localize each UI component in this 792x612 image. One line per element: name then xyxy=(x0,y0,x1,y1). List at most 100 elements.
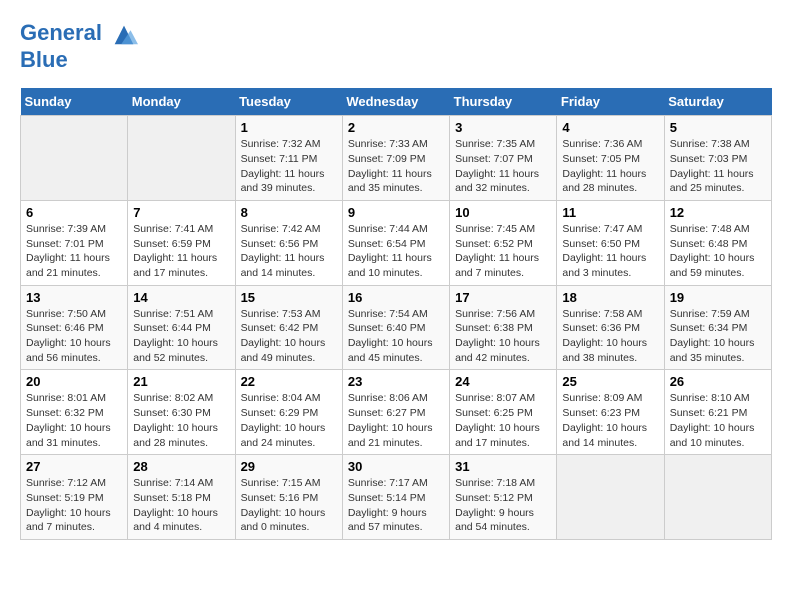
week-row-4: 20 Sunrise: 8:01 AM Sunset: 6:32 PM Dayli… xyxy=(21,370,772,455)
day-cell: 11Sunrise: 7:47 AM Sunset: 6:50 PM Dayli… xyxy=(557,200,664,285)
day-info: Sunrise: 8:09 AM Sunset: 6:23 PM Dayligh… xyxy=(562,391,658,450)
day-number: 23 xyxy=(348,374,444,389)
day-cell: 5Sunrise: 7:38 AM Sunset: 7:03 PM Daylig… xyxy=(664,116,771,201)
day-number: 18 xyxy=(562,290,658,305)
weekday-header-sunday: Sunday xyxy=(21,88,128,116)
day-info: Sunrise: 7:14 AM Sunset: 5:18 PM Dayligh… xyxy=(133,476,229,535)
day-cell: 2 Sunrise: 7:33 AM Sunset: 7:09 PM Daylig… xyxy=(342,116,449,201)
weekday-header-row: SundayMondayTuesdayWednesdayThursdayFrid… xyxy=(21,88,772,116)
logo: General Blue xyxy=(20,20,138,72)
day-cell: 18Sunrise: 7:58 AM Sunset: 6:36 PM Dayli… xyxy=(557,285,664,370)
day-cell: 10Sunrise: 7:45 AM Sunset: 6:52 PM Dayli… xyxy=(450,200,557,285)
day-info: Sunrise: 7:59 AM Sunset: 6:34 PM Dayligh… xyxy=(670,307,766,366)
day-number: 27 xyxy=(26,459,122,474)
day-cell: 22 Sunrise: 8:04 AM Sunset: 6:29 PM Dayli… xyxy=(235,370,342,455)
day-info: Sunrise: 7:45 AM Sunset: 6:52 PM Dayligh… xyxy=(455,222,551,281)
week-row-5: 27 Sunrise: 7:12 AM Sunset: 5:19 PM Dayli… xyxy=(21,455,772,540)
logo-blue: Blue xyxy=(20,48,138,72)
day-number: 5 xyxy=(670,120,766,135)
day-cell xyxy=(21,116,128,201)
day-info: Sunrise: 7:50 AM Sunset: 6:46 PM Dayligh… xyxy=(26,307,122,366)
day-info: Sunrise: 7:54 AM Sunset: 6:40 PM Dayligh… xyxy=(348,307,444,366)
week-row-3: 13Sunrise: 7:50 AM Sunset: 6:46 PM Dayli… xyxy=(21,285,772,370)
day-number: 7 xyxy=(133,205,229,220)
day-number: 16 xyxy=(348,290,444,305)
day-cell: 15 Sunrise: 7:53 AM Sunset: 6:42 PM Dayli… xyxy=(235,285,342,370)
weekday-header-tuesday: Tuesday xyxy=(235,88,342,116)
day-number: 29 xyxy=(241,459,337,474)
day-number: 6 xyxy=(26,205,122,220)
day-info: Sunrise: 7:44 AM Sunset: 6:54 PM Dayligh… xyxy=(348,222,444,281)
day-number: 19 xyxy=(670,290,766,305)
day-cell: 6 Sunrise: 7:39 AM Sunset: 7:01 PM Daylig… xyxy=(21,200,128,285)
day-cell xyxy=(128,116,235,201)
day-cell: 1 Sunrise: 7:32 AM Sunset: 7:11 PM Daylig… xyxy=(235,116,342,201)
day-info: Sunrise: 7:51 AM Sunset: 6:44 PM Dayligh… xyxy=(133,307,229,366)
day-cell: 26Sunrise: 8:10 AM Sunset: 6:21 PM Dayli… xyxy=(664,370,771,455)
day-number: 12 xyxy=(670,205,766,220)
day-number: 20 xyxy=(26,374,122,389)
day-cell: 16 Sunrise: 7:54 AM Sunset: 6:40 PM Dayli… xyxy=(342,285,449,370)
day-cell: 13Sunrise: 7:50 AM Sunset: 6:46 PM Dayli… xyxy=(21,285,128,370)
day-info: Sunrise: 8:07 AM Sunset: 6:25 PM Dayligh… xyxy=(455,391,551,450)
weekday-header-monday: Monday xyxy=(128,88,235,116)
day-number: 17 xyxy=(455,290,551,305)
day-info: Sunrise: 7:56 AM Sunset: 6:38 PM Dayligh… xyxy=(455,307,551,366)
weekday-header-wednesday: Wednesday xyxy=(342,88,449,116)
day-cell: 30 Sunrise: 7:17 AM Sunset: 5:14 PM Dayli… xyxy=(342,455,449,540)
day-info: Sunrise: 7:42 AM Sunset: 6:56 PM Dayligh… xyxy=(241,222,337,281)
day-info: Sunrise: 7:53 AM Sunset: 6:42 PM Dayligh… xyxy=(241,307,337,366)
day-cell xyxy=(664,455,771,540)
day-number: 3 xyxy=(455,120,551,135)
day-cell: 7 Sunrise: 7:41 AM Sunset: 6:59 PM Daylig… xyxy=(128,200,235,285)
day-cell: 3 Sunrise: 7:35 AM Sunset: 7:07 PM Daylig… xyxy=(450,116,557,201)
day-info: Sunrise: 8:02 AM Sunset: 6:30 PM Dayligh… xyxy=(133,391,229,450)
day-cell: 12Sunrise: 7:48 AM Sunset: 6:48 PM Dayli… xyxy=(664,200,771,285)
day-cell: 29 Sunrise: 7:15 AM Sunset: 5:16 PM Dayli… xyxy=(235,455,342,540)
day-info: Sunrise: 8:04 AM Sunset: 6:29 PM Dayligh… xyxy=(241,391,337,450)
day-info: Sunrise: 7:33 AM Sunset: 7:09 PM Dayligh… xyxy=(348,137,444,196)
weekday-header-friday: Friday xyxy=(557,88,664,116)
logo-text: General xyxy=(20,20,138,48)
week-row-2: 6 Sunrise: 7:39 AM Sunset: 7:01 PM Daylig… xyxy=(21,200,772,285)
logo-icon xyxy=(110,20,138,48)
day-number: 22 xyxy=(241,374,337,389)
day-cell: 23Sunrise: 8:06 AM Sunset: 6:27 PM Dayli… xyxy=(342,370,449,455)
day-number: 21 xyxy=(133,374,229,389)
day-number: 30 xyxy=(348,459,444,474)
day-number: 31 xyxy=(455,459,551,474)
weekday-header-thursday: Thursday xyxy=(450,88,557,116)
day-cell: 19 Sunrise: 7:59 AM Sunset: 6:34 PM Dayli… xyxy=(664,285,771,370)
day-number: 14 xyxy=(133,290,229,305)
day-cell: 4 Sunrise: 7:36 AM Sunset: 7:05 PM Daylig… xyxy=(557,116,664,201)
week-row-1: 1 Sunrise: 7:32 AM Sunset: 7:11 PM Daylig… xyxy=(21,116,772,201)
day-info: Sunrise: 7:15 AM Sunset: 5:16 PM Dayligh… xyxy=(241,476,337,535)
day-info: Sunrise: 7:12 AM Sunset: 5:19 PM Dayligh… xyxy=(26,476,122,535)
day-info: Sunrise: 7:17 AM Sunset: 5:14 PM Dayligh… xyxy=(348,476,444,535)
day-info: Sunrise: 7:36 AM Sunset: 7:05 PM Dayligh… xyxy=(562,137,658,196)
day-number: 2 xyxy=(348,120,444,135)
day-number: 25 xyxy=(562,374,658,389)
day-number: 1 xyxy=(241,120,337,135)
weekday-header-saturday: Saturday xyxy=(664,88,771,116)
day-info: Sunrise: 7:41 AM Sunset: 6:59 PM Dayligh… xyxy=(133,222,229,281)
page-header: General Blue xyxy=(20,20,772,72)
day-info: Sunrise: 7:18 AM Sunset: 5:12 PM Dayligh… xyxy=(455,476,551,535)
day-info: Sunrise: 7:39 AM Sunset: 7:01 PM Dayligh… xyxy=(26,222,122,281)
day-info: Sunrise: 8:01 AM Sunset: 6:32 PM Dayligh… xyxy=(26,391,122,450)
day-number: 4 xyxy=(562,120,658,135)
day-cell: 25 Sunrise: 8:09 AM Sunset: 6:23 PM Dayli… xyxy=(557,370,664,455)
day-cell: 8 Sunrise: 7:42 AM Sunset: 6:56 PM Daylig… xyxy=(235,200,342,285)
day-cell: 27 Sunrise: 7:12 AM Sunset: 5:19 PM Dayli… xyxy=(21,455,128,540)
day-cell: 9 Sunrise: 7:44 AM Sunset: 6:54 PM Daylig… xyxy=(342,200,449,285)
day-info: Sunrise: 7:35 AM Sunset: 7:07 PM Dayligh… xyxy=(455,137,551,196)
day-info: Sunrise: 8:10 AM Sunset: 6:21 PM Dayligh… xyxy=(670,391,766,450)
day-info: Sunrise: 7:32 AM Sunset: 7:11 PM Dayligh… xyxy=(241,137,337,196)
day-info: Sunrise: 7:47 AM Sunset: 6:50 PM Dayligh… xyxy=(562,222,658,281)
day-number: 9 xyxy=(348,205,444,220)
day-cell: 21 Sunrise: 8:02 AM Sunset: 6:30 PM Dayli… xyxy=(128,370,235,455)
calendar-table: SundayMondayTuesdayWednesdayThursdayFrid… xyxy=(20,88,772,540)
day-number: 8 xyxy=(241,205,337,220)
day-number: 15 xyxy=(241,290,337,305)
day-cell: 17 Sunrise: 7:56 AM Sunset: 6:38 PM Dayli… xyxy=(450,285,557,370)
